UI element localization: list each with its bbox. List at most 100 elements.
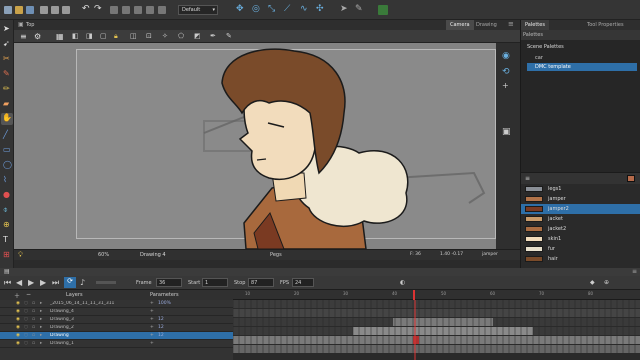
hand-tool-icon[interactable]: ✋ <box>1 113 13 125</box>
layer-add-keyframe-icon[interactable]: + <box>150 333 158 338</box>
timeline-menu-icon[interactable]: ≡ <box>632 268 637 275</box>
zoom-in-icon[interactable]: + <box>502 81 509 90</box>
copy-icon[interactable] <box>51 6 59 14</box>
menu-icon[interactable]: ≡ <box>20 32 27 41</box>
last-frame-icon[interactable]: ⏭ <box>52 278 59 288</box>
layer-lock-icon[interactable]: ◌ <box>24 317 32 322</box>
cut-icon[interactable] <box>40 6 48 14</box>
ellipse-tool-icon[interactable]: ◯ <box>3 160 12 169</box>
layer-add-keyframe-icon[interactable]: + <box>150 301 158 306</box>
save-icon[interactable] <box>26 6 34 14</box>
layer-add-keyframe-icon[interactable]: + <box>150 325 158 330</box>
layer-visibility-icon[interactable]: ◉ <box>16 309 24 314</box>
onion-skin-toggle-icon[interactable]: ◐ <box>400 279 405 286</box>
reposition-tool-icon[interactable]: ⊞ <box>3 250 10 259</box>
layer-row[interactable]: ◉ ◌ ▫ ▸ Drawing +12 <box>0 332 233 340</box>
fps-input[interactable]: 24 <box>292 278 314 287</box>
spline-offset-icon[interactable]: ∿ <box>300 4 308 14</box>
zoom-tool-icon[interactable]: ⊕ <box>3 220 10 229</box>
color-swatch-item[interactable]: jamper2 <box>521 204 640 214</box>
sound-icon[interactable]: ♪ <box>80 278 85 287</box>
layer-expand-icon[interactable]: ▸ <box>40 325 50 330</box>
camera-stage[interactable] <box>14 43 496 249</box>
layer-lock-icon[interactable]: ◌ <box>24 309 32 314</box>
grid-icon[interactable] <box>110 6 118 14</box>
camera-view-icon[interactable]: ◉ <box>502 51 510 61</box>
outline-icon[interactable]: ▢ <box>100 32 107 40</box>
timeline-frames[interactable]: 10 20 30 40 50 60 70 80 <box>233 290 640 360</box>
open-folder-icon[interactable] <box>15 6 23 14</box>
layer-visibility-icon[interactable]: ◉ <box>16 317 24 322</box>
layer-add-keyframe-icon[interactable]: + <box>150 309 158 314</box>
zoom-timeline-icon[interactable]: ⊕ <box>604 279 609 286</box>
layer-expand-icon[interactable]: ▸ <box>40 317 50 322</box>
frame-input[interactable]: 36 <box>156 278 182 287</box>
paint-tool-icon[interactable]: ● <box>3 190 10 199</box>
color-swatch-item[interactable]: fur <box>521 244 640 254</box>
current-frame-cell[interactable] <box>413 336 419 344</box>
layer-row[interactable]: ◉ ◌ ▫ ▸ Drawing_2 +12 <box>0 324 233 332</box>
eraser-tool-icon[interactable]: ▰ <box>3 99 9 108</box>
first-frame-icon[interactable]: ⏮ <box>4 278 11 288</box>
layer-expand-icon[interactable]: ▸ <box>40 309 50 314</box>
text-tool-icon[interactable]: T <box>3 235 8 244</box>
light-bulb-icon[interactable]: ✧ <box>162 32 168 40</box>
frame-ruler[interactable]: 10 20 30 40 50 60 70 80 <box>233 290 640 300</box>
palette-list-item[interactable]: car <box>527 54 637 62</box>
layer-row[interactable]: ◉ ◌ ▫ ▸ Drawing_1 + <box>0 340 233 348</box>
layer-visibility-icon[interactable]: ◉ <box>16 341 24 346</box>
layer-row[interactable]: ◉ ◌ ▫ ▸ Drawing_3 +12 <box>0 316 233 324</box>
palette-list-item-selected[interactable]: DMC template <box>527 63 637 71</box>
layer-lock-icon[interactable]: ◌ <box>24 325 32 330</box>
layer-row[interactable]: ◉ ◌ ▫ ▸ Drawing_4 + <box>0 308 233 316</box>
layer-add-keyframe-icon[interactable]: + <box>150 341 158 346</box>
onion-prev-icon[interactable]: ◧ <box>72 32 79 40</box>
select-tool-icon[interactable]: ➤ <box>3 24 10 33</box>
polyline-tool-icon[interactable]: ⌇ <box>3 175 7 184</box>
current-color-swatch-icon[interactable] <box>627 175 635 182</box>
stop-input[interactable]: 87 <box>248 278 274 287</box>
frame-cell-block[interactable] <box>233 300 640 308</box>
color-swatch-item[interactable]: jacket <box>521 214 640 224</box>
loop-icon[interactable]: ⟳ <box>64 277 76 288</box>
layer-lock-icon[interactable]: ◌ <box>24 333 32 338</box>
frame-cell-block[interactable] <box>533 327 640 335</box>
redo-icon[interactable]: ↷ <box>94 4 102 14</box>
line-tool-icon[interactable]: ╱ <box>3 130 8 139</box>
color-swatch-item[interactable]: legs1 <box>521 184 640 194</box>
rotate-icon[interactable]: ◎ <box>252 4 260 14</box>
scale-icon[interactable]: ⤡ <box>268 4 275 14</box>
frame-view-icon[interactable]: ▣ <box>502 127 511 137</box>
paste-icon[interactable] <box>62 6 70 14</box>
zoom-level[interactable]: 60% <box>98 252 109 258</box>
brush-options-icon[interactable]: ✎ <box>226 32 232 40</box>
fill-icon[interactable]: ◩ <box>194 32 201 40</box>
frame-cell-block[interactable] <box>233 336 640 344</box>
layer-lock-icon[interactable]: ◌ <box>24 301 32 306</box>
layer-lock-icon[interactable]: ◌ <box>24 341 32 346</box>
dropper-tool-icon[interactable]: ⌽ <box>3 205 8 215</box>
undo-icon[interactable]: ↶ <box>82 4 90 14</box>
layer-expand-icon[interactable]: ▸ <box>40 301 50 306</box>
play-icon[interactable]: ▶ <box>28 278 34 287</box>
grid-toggle-icon[interactable]: ▦ <box>56 32 64 41</box>
workspace-preset-select[interactable]: Default ▾ <box>178 5 218 15</box>
frame-cell-block[interactable] <box>233 345 640 353</box>
volume-slider[interactable] <box>96 281 116 284</box>
layer-visibility-icon[interactable]: ◉ <box>16 325 24 330</box>
polygon-icon[interactable]: ⬠ <box>178 32 184 40</box>
light-table-icon[interactable] <box>146 6 154 14</box>
keyframe-icon[interactable]: ◆ <box>590 279 595 286</box>
layer-visibility-icon[interactable]: ◉ <box>16 301 24 306</box>
start-input[interactable]: 1 <box>202 278 228 287</box>
animate-mode-icon[interactable] <box>378 5 388 15</box>
maintain-size-icon[interactable]: ✣ <box>316 4 324 14</box>
prev-frame-icon[interactable]: ◀ <box>16 278 22 287</box>
safe-area-icon[interactable]: ⊡ <box>146 32 152 40</box>
layer-row[interactable]: ◉ ◌ ▫ ▸ _2015_06_14_11_11_31_311 +100% <box>0 300 233 308</box>
lock-icon[interactable]: 🔒︎ <box>114 32 118 41</box>
frame-cell-block[interactable] <box>233 309 640 317</box>
playhead-marker[interactable] <box>413 290 415 300</box>
new-file-icon[interactable] <box>4 6 12 14</box>
render-icon[interactable] <box>158 6 166 14</box>
